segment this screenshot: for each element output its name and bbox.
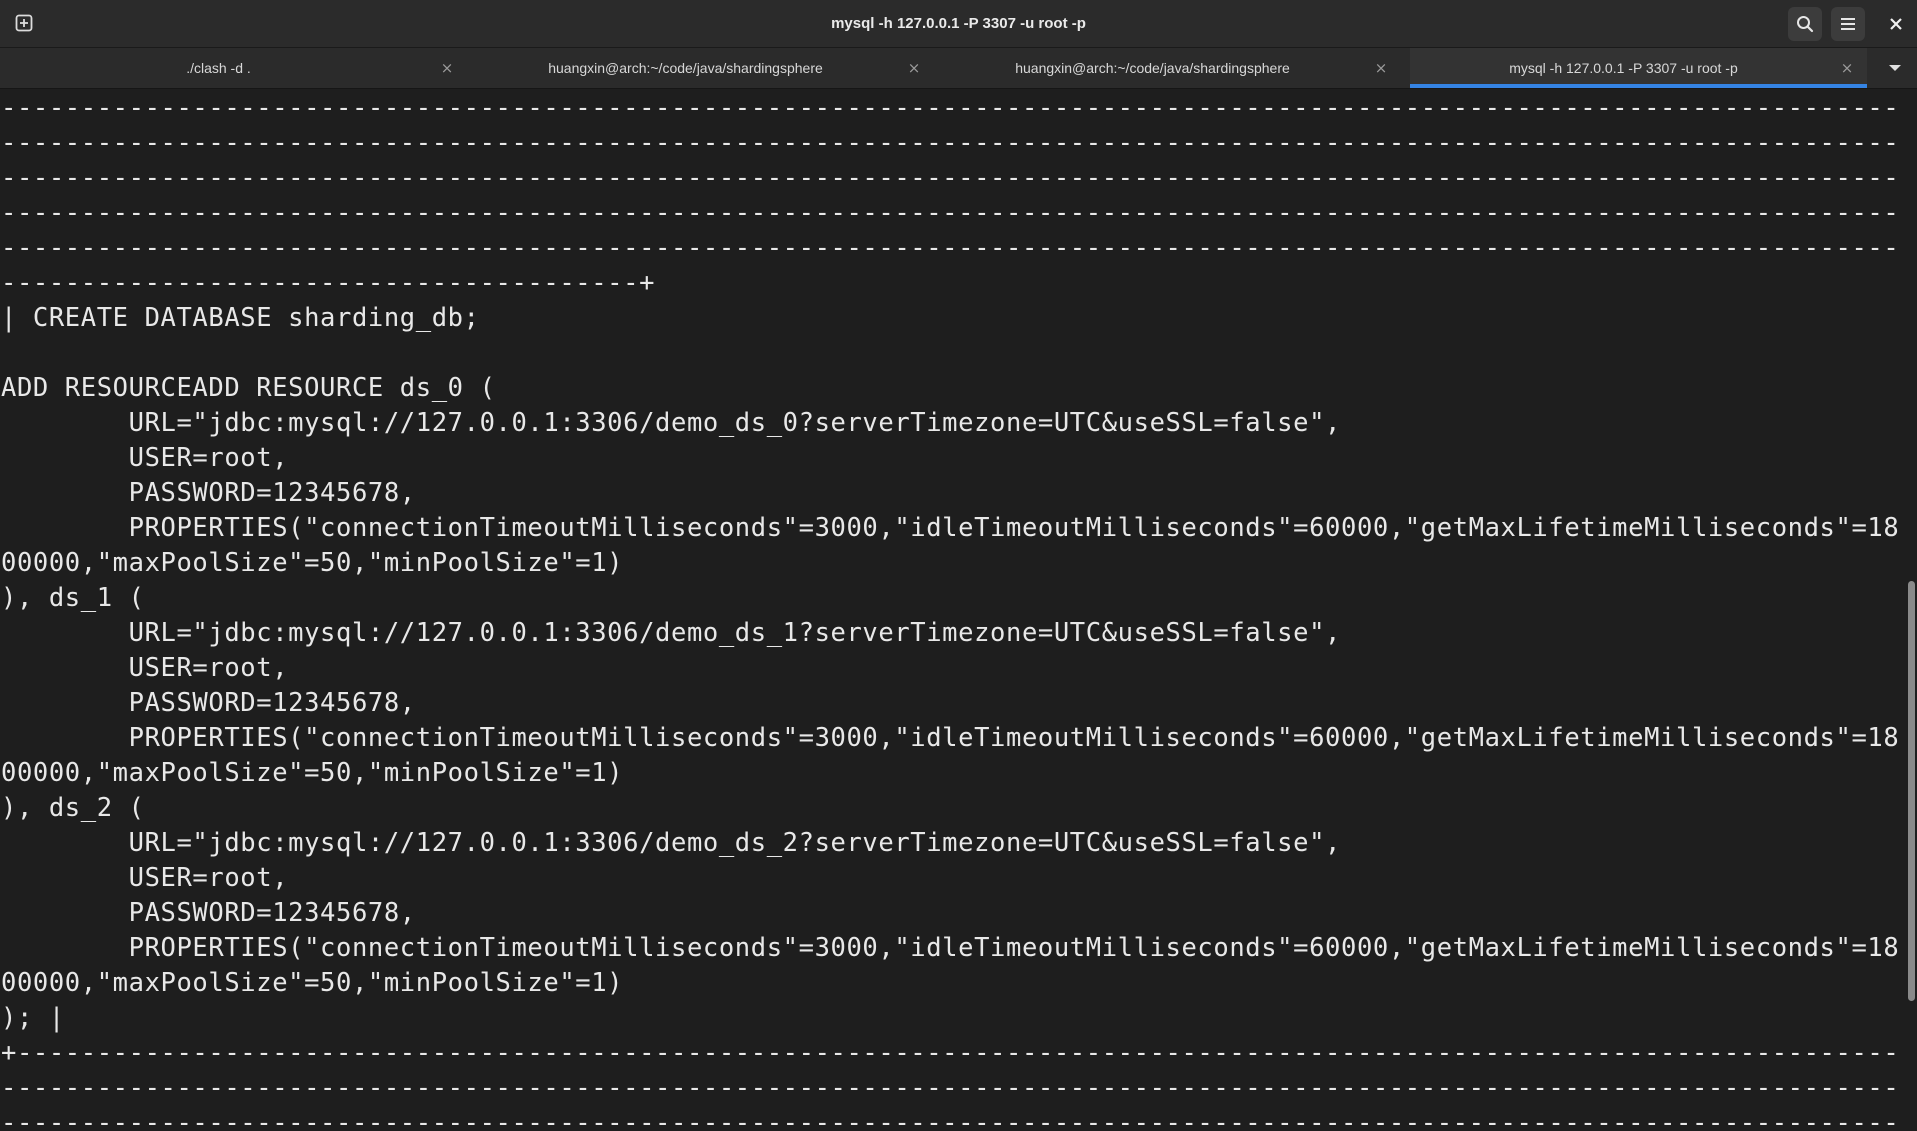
terminal-line: ----------------------------------------… [1, 233, 1900, 263]
terminal-line: USER=root, [1, 863, 289, 893]
close-icon [1890, 18, 1902, 30]
tab-label: ./clash -d . [186, 60, 251, 76]
hamburger-menu-icon [1841, 18, 1855, 30]
terminal-output[interactable]: ----------------------------------------… [0, 89, 1905, 1131]
search-icon [1797, 16, 1814, 33]
terminal-line: URL="jdbc:mysql://127.0.0.1:3306/demo_ds… [1, 618, 1341, 648]
tab-close-button[interactable]: × [904, 58, 924, 78]
terminal-window: mysql -h 127.0.0.1 -P 3307 -u root -p ./… [0, 0, 1917, 1131]
terminal-line: ----------------------------------------… [1, 1073, 1900, 1103]
terminal-line: ----------------------------------------… [1, 128, 1900, 158]
terminal-line: ), ds_1 ( [1, 583, 145, 613]
chevron-down-icon [1888, 65, 1901, 71]
tab-mysql[interactable]: mysql -h 127.0.0.1 -P 3307 -u root -p × [1410, 48, 1867, 88]
terminal-line: ), ds_2 ( [1, 793, 145, 823]
terminal-line: URL="jdbc:mysql://127.0.0.1:3306/demo_ds… [1, 408, 1341, 438]
new-tab-icon [15, 14, 33, 32]
tab-label: huangxin@arch:~/code/java/shardingsphere [548, 60, 823, 76]
window-close-button[interactable] [1879, 7, 1913, 41]
terminal-line: 00000,"maxPoolSize"=50,"minPoolSize"=1) [1, 758, 624, 788]
terminal-line: PASSWORD=12345678, [1, 688, 416, 718]
terminal-line: ADD RESOURCEADD RESOURCE ds_0 ( [1, 373, 496, 403]
terminal-line: PASSWORD=12345678, [1, 898, 416, 928]
terminal-line: ); | [1, 1003, 65, 1033]
terminal-line: PASSWORD=12345678, [1, 478, 416, 508]
tab-close-button[interactable]: × [1837, 58, 1857, 78]
scrollbar-thumb[interactable] [1908, 581, 1915, 1001]
tab-bar: ./clash -d . × huangxin@arch:~/code/java… [0, 48, 1917, 89]
tab-shardingsphere-2[interactable]: huangxin@arch:~/code/java/shardingsphere… [934, 48, 1401, 88]
tab-clash[interactable]: ./clash -d . × [0, 48, 467, 88]
tab-shardingsphere-1[interactable]: huangxin@arch:~/code/java/shardingsphere… [467, 48, 934, 88]
scrollbar[interactable] [1906, 89, 1917, 1131]
search-button[interactable] [1788, 7, 1822, 41]
tab-close-button[interactable]: × [1371, 58, 1391, 78]
terminal-line: ----------------------------------------… [1, 163, 1900, 193]
terminal-line: 00000,"maxPoolSize"=50,"minPoolSize"=1) [1, 548, 624, 578]
window-title: mysql -h 127.0.0.1 -P 3307 -u root -p [831, 15, 1086, 32]
terminal-line: ----------------------------------------… [1, 198, 1900, 228]
terminal-line: ----------------------------------------… [1, 93, 1900, 123]
new-tab-button[interactable] [10, 9, 38, 37]
title-bar: mysql -h 127.0.0.1 -P 3307 -u root -p [0, 0, 1917, 48]
tab-label: mysql -h 127.0.0.1 -P 3307 -u root -p [1509, 60, 1738, 76]
terminal-line: ----------------------------------------… [1, 268, 656, 298]
tab-close-button[interactable]: × [437, 58, 457, 78]
terminal-line: URL="jdbc:mysql://127.0.0.1:3306/demo_ds… [1, 828, 1341, 858]
terminal-line: PROPERTIES("connectionTimeoutMillisecond… [1, 513, 1900, 543]
tab-dropdown-button[interactable] [1872, 48, 1917, 88]
terminal-line: ----------------------------------------… [1, 1108, 1900, 1131]
terminal-line: PROPERTIES("connectionTimeoutMillisecond… [1, 723, 1900, 753]
terminal-line: USER=root, [1, 653, 289, 683]
terminal-line: | CREATE DATABASE sharding_db; [1, 303, 480, 333]
menu-button[interactable] [1831, 7, 1865, 41]
tab-label: huangxin@arch:~/code/java/shardingsphere [1015, 60, 1290, 76]
terminal-line: USER=root, [1, 443, 289, 473]
terminal-line: 00000,"maxPoolSize"=50,"minPoolSize"=1) [1, 968, 624, 998]
terminal-line: PROPERTIES("connectionTimeoutMillisecond… [1, 933, 1900, 963]
terminal-line: +---------------------------------------… [1, 1038, 1900, 1068]
